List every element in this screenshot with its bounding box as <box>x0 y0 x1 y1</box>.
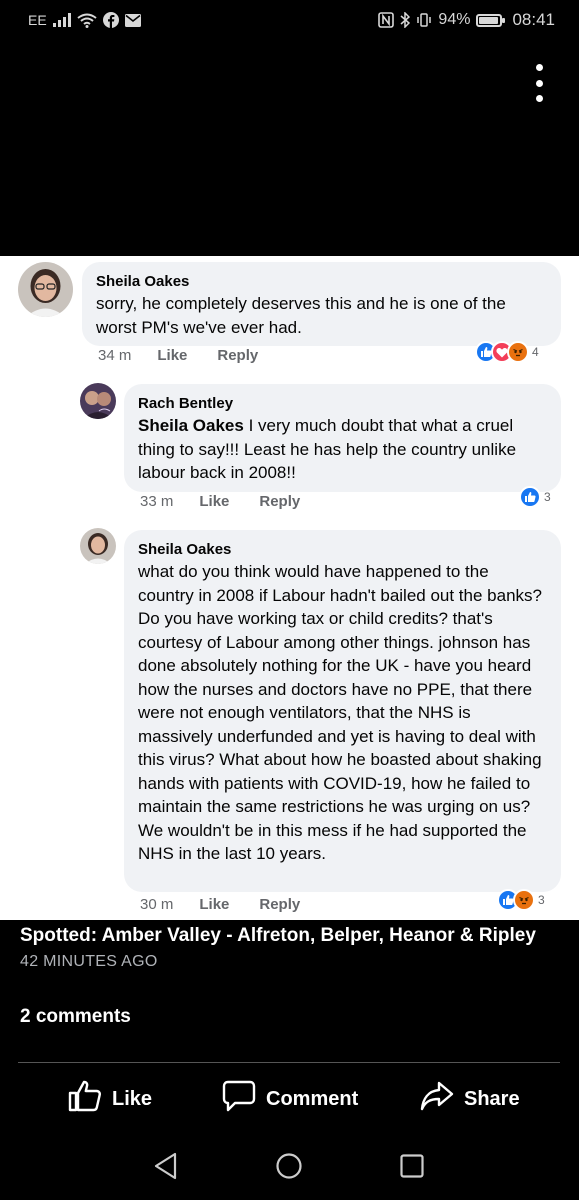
comment-bubble: Sheila Oakes what do you think would hav… <box>124 530 561 892</box>
comment-text: Sheila Oakes I very much doubt that what… <box>138 414 547 485</box>
like-icon <box>519 486 541 508</box>
avatar[interactable] <box>80 528 116 564</box>
reaction-count: 3 <box>544 490 551 504</box>
mail-icon <box>124 13 141 27</box>
like-button[interactable]: Like <box>68 1080 152 1118</box>
home-icon[interactable] <box>275 1152 303 1185</box>
comment-bubble: Rach Bentley Sheila Oakes I very much do… <box>124 384 561 492</box>
bluetooth-icon <box>400 12 411 28</box>
comment-actions: 30 m Like Reply <box>140 896 300 913</box>
comment-text: sorry, he completely deserves this and h… <box>96 292 547 339</box>
angry-icon <box>513 889 535 911</box>
avatar[interactable] <box>80 383 116 419</box>
comment-author[interactable]: Rach Bentley <box>138 394 547 414</box>
post-group-title[interactable]: Spotted: Amber Valley - Alfreton, Belper… <box>20 925 536 947</box>
avatar[interactable] <box>18 262 73 317</box>
comment-like-button[interactable]: Like <box>199 493 229 510</box>
battery-icon <box>476 13 506 27</box>
comment-body: sorry, he completely deserves this and h… <box>96 294 506 337</box>
comment-reply-button[interactable]: Reply <box>259 896 300 913</box>
comment-text: what do you think would have happened to… <box>138 560 547 866</box>
comment-like-button[interactable]: Like <box>199 896 229 913</box>
comment-time: 33 m <box>140 493 174 510</box>
reaction-summary[interactable]: 3 <box>519 486 551 508</box>
vibrate-icon <box>416 13 432 27</box>
reaction-summary[interactable]: 4 <box>475 341 539 363</box>
comment-icon <box>222 1080 256 1118</box>
comments-panel: Sheila Oakes sorry, he completely deserv… <box>0 256 579 920</box>
comment-button[interactable]: Comment <box>222 1080 358 1118</box>
more-dot <box>535 79 543 87</box>
more-dot <box>535 95 543 102</box>
post-timestamp: 42 MINUTES AGO <box>20 953 158 970</box>
thumbs-up-icon <box>68 1080 102 1118</box>
comment-author[interactable]: Sheila Oakes <box>96 272 547 292</box>
share-icon <box>420 1080 454 1118</box>
comment-body: what do you think would have happened to… <box>138 562 542 863</box>
reaction-summary[interactable]: 3 <box>497 889 545 911</box>
comment-mention[interactable]: Sheila Oakes <box>138 416 244 435</box>
battery-percent: 94% <box>438 11 471 28</box>
more-dot <box>535 64 543 71</box>
comment-reply-button[interactable]: Reply <box>259 493 300 510</box>
back-icon[interactable] <box>153 1152 179 1185</box>
recents-icon[interactable] <box>399 1152 425 1185</box>
system-nav-bar <box>0 1140 579 1200</box>
more-options-button[interactable] <box>527 64 551 102</box>
nfc-icon <box>378 12 395 28</box>
comment-actions: 34 m Like Reply <box>98 347 258 364</box>
comment-time: 34 m <box>98 347 132 364</box>
comment-reply-button[interactable]: Reply <box>217 347 258 364</box>
carrier-label: EE <box>28 12 47 28</box>
comment-time: 30 m <box>140 896 174 913</box>
divider <box>18 1062 560 1063</box>
comment-label: Comment <box>266 1087 359 1110</box>
signal-icon <box>52 13 71 27</box>
angry-icon <box>507 341 529 363</box>
comment-actions: 33 m Like Reply <box>140 493 300 510</box>
clock: 08:41 <box>512 10 555 29</box>
share-button[interactable]: Share <box>420 1080 520 1118</box>
battery-fill <box>479 16 499 24</box>
comment-bubble: Sheila Oakes sorry, he completely deserv… <box>82 262 561 346</box>
comment-author[interactable]: Sheila Oakes <box>138 540 547 560</box>
like-label: Like <box>112 1087 153 1110</box>
facebook-icon <box>102 12 119 28</box>
status-bar: EE 94% 08:41 <box>0 0 579 44</box>
reaction-count: 4 <box>532 345 539 359</box>
comment-like-button[interactable]: Like <box>157 347 187 364</box>
wifi-icon <box>77 13 97 28</box>
reaction-count: 3 <box>538 893 545 907</box>
comments-count[interactable]: 2 comments <box>20 1006 131 1028</box>
share-label: Share <box>464 1087 520 1110</box>
